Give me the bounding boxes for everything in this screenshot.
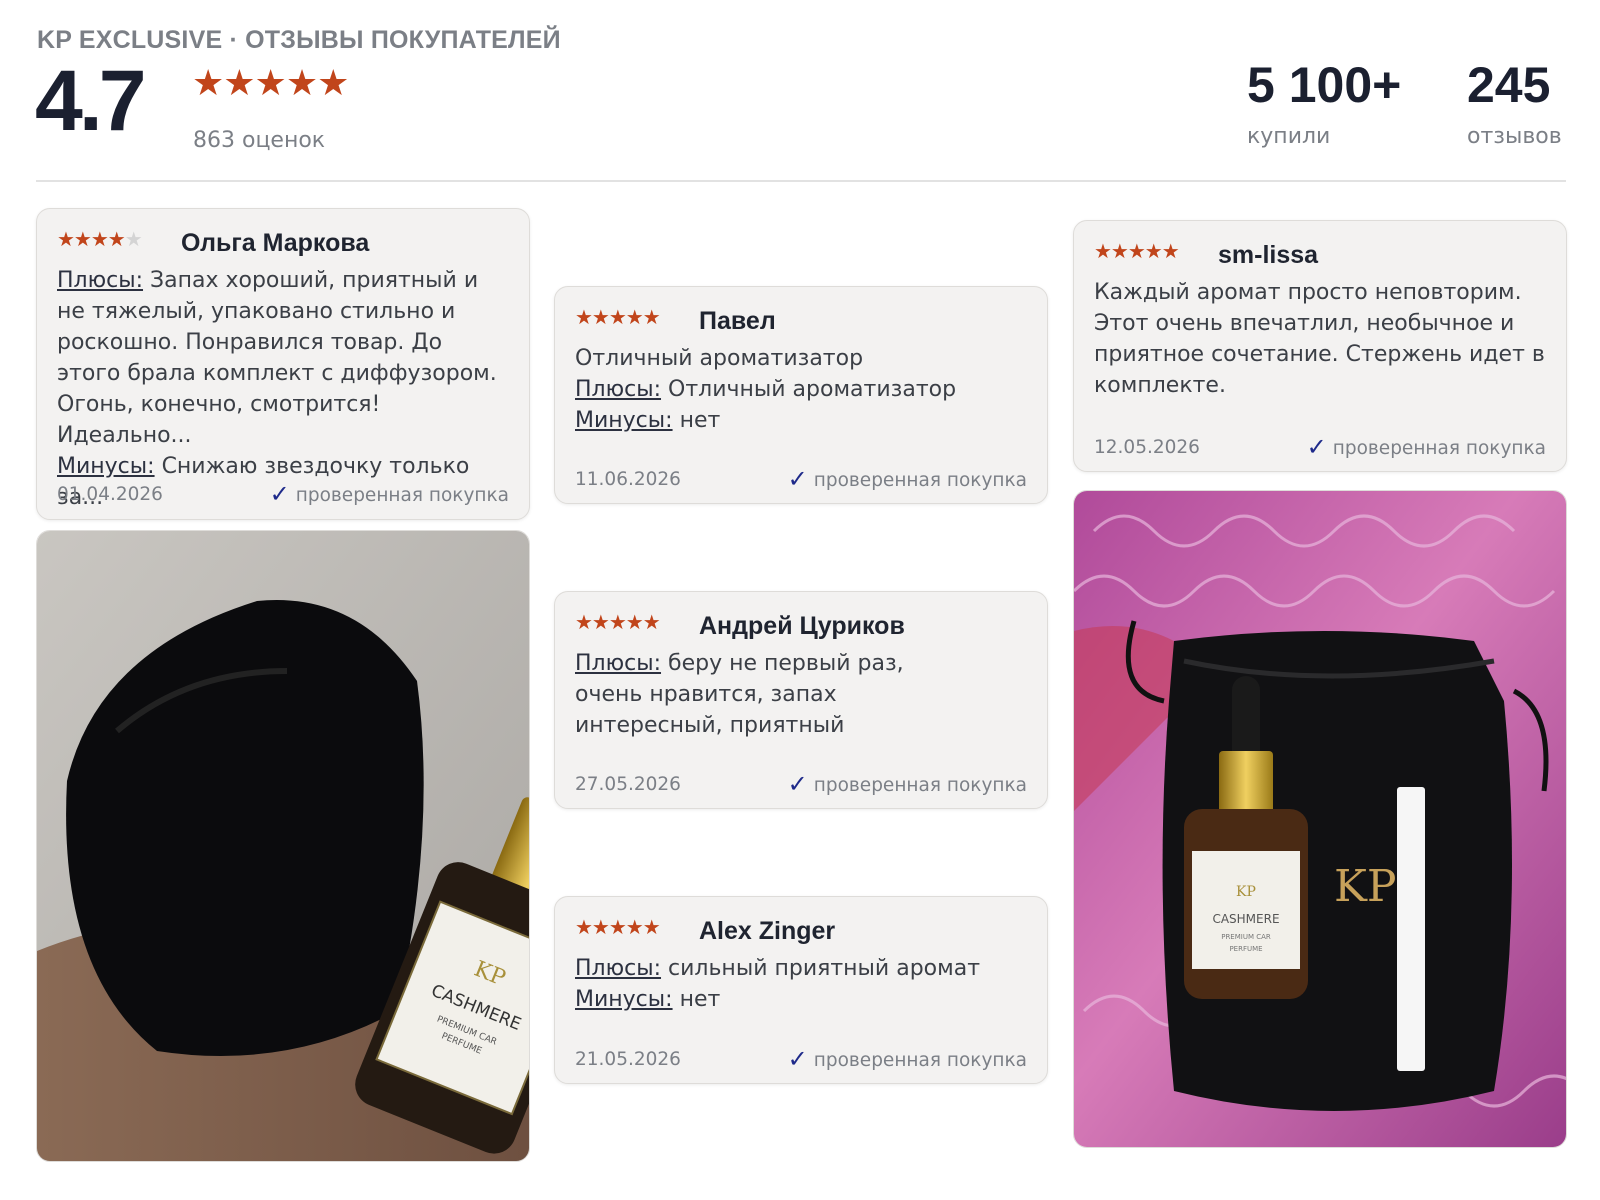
review-author: Павел (699, 307, 776, 335)
star-filled-icon: ★★★★★ (575, 305, 661, 329)
photo-label-sub1: PREMIUM CAR (1221, 933, 1271, 941)
review-card[interactable]: ★★★★★ Павел Отличный ароматизатор Плюсы:… (554, 286, 1048, 504)
photo-label-name: CASHMERE (1212, 912, 1279, 926)
verified-label: проверенная покупка (813, 1050, 1027, 1071)
review-body: Плюсы: Запах хороший, приятный и не тяже… (57, 265, 511, 513)
review-card[interactable]: ★★★★★ sm-lissa Каждый аромат просто непо… (1073, 220, 1567, 472)
verified-purchase: ✓ проверенная покупка (788, 770, 1027, 798)
photo-bag-logo: KP (1334, 861, 1396, 912)
section-title: KP EXCLUSIVE · ОТЗЫВЫ ПОКУПАТЕЛЕЙ (37, 26, 561, 54)
pros-label: Плюсы: (57, 268, 144, 293)
average-rating-stars: ★★★★★ (192, 63, 349, 104)
review-stars: ★★★★★ (57, 227, 143, 251)
cons-text: нет (679, 987, 721, 1012)
review-stars: ★★★★★ (1094, 239, 1180, 263)
cons-label: Минусы: (575, 408, 673, 433)
verified-purchase: ✓ проверенная покупка (788, 1045, 1027, 1073)
star-filled-icon: ★★★★★ (575, 915, 661, 939)
review-text: Каждый аромат просто неповторим. Этот оч… (1094, 280, 1545, 398)
review-date: 21.05.2026 (575, 1049, 681, 1070)
check-icon: ✓ (269, 480, 290, 508)
star-filled-icon: ★★★★ (57, 227, 126, 251)
verified-purchase: ✓ проверенная покупка (270, 480, 509, 508)
verified-label: проверенная покупка (1332, 438, 1546, 459)
stat-bought-value: 5 100+ (1247, 57, 1402, 113)
header-divider (36, 180, 1566, 182)
review-card[interactable]: ★★★★★ Андрей Цуриков Плюсы: беру не перв… (554, 591, 1048, 809)
verified-purchase: ✓ проверенная покупка (1307, 433, 1546, 461)
review-card[interactable]: ★★★★★ Alex Zinger Плюсы: сильный приятны… (554, 896, 1048, 1084)
review-author: Alex Zinger (699, 917, 836, 945)
review-author: Андрей Цуриков (699, 612, 905, 640)
check-icon: ✓ (787, 1045, 808, 1073)
review-date: 01.04.2026 (57, 484, 163, 505)
star-empty-icon: ★ (124, 227, 143, 251)
review-card[interactable]: ★★★★★ Ольга Маркова Плюсы: Запах хороший… (36, 208, 530, 520)
stat-bought-label: купили (1247, 124, 1331, 149)
cons-label: Минусы: (57, 454, 155, 479)
review-stars: ★★★★★ (575, 305, 661, 329)
star-filled-icon: ★★★★★ (575, 610, 661, 634)
pros-label: Плюсы: (575, 956, 662, 981)
photo-label-sub2: PERFUME (1229, 945, 1262, 953)
perfume-bottle-photo: KP CASHMERE PREMIUM CAR PERFUME (37, 531, 529, 1161)
stat-reviews-value: 245 (1467, 57, 1551, 113)
review-photo[interactable]: KP CASHMERE PREMIUM CAR PERFUME (36, 530, 530, 1162)
photo-logo: KP (1236, 884, 1256, 900)
cons-text: нет (679, 408, 721, 433)
diffuser-stick (1397, 787, 1425, 1071)
check-icon: ✓ (787, 465, 808, 493)
stat-reviews-label: отзывов (1467, 124, 1562, 149)
review-date: 11.06.2026 (575, 469, 681, 490)
pros-text: сильный приятный аромат (668, 956, 981, 981)
check-icon: ✓ (787, 770, 808, 798)
cons-label: Минусы: (575, 987, 673, 1012)
pros-text: Запах хороший, приятный и не тяжелый, уп… (57, 268, 497, 448)
review-date: 12.05.2026 (1094, 437, 1200, 458)
pros-label: Плюсы: (575, 651, 662, 676)
average-rating: 4.7 (35, 53, 147, 149)
pros-label: Плюсы: (575, 377, 662, 402)
ratings-count: 863 оценок (193, 128, 326, 153)
review-stars: ★★★★★ (575, 915, 661, 939)
verified-label: проверенная покупка (813, 775, 1027, 796)
stat-bought: 5 100+ купили (1247, 60, 1401, 149)
perfume-kit-photo: KP CASHMERE PREMIUM CAR PERFUME KP (1074, 491, 1566, 1147)
review-body: Плюсы: беру не первый раз, очень нравитс… (575, 648, 967, 741)
review-author: Ольга Маркова (181, 229, 370, 257)
review-date: 27.05.2026 (575, 774, 681, 795)
review-text: Отличный ароматизатор (575, 346, 864, 371)
check-icon: ✓ (1306, 433, 1327, 461)
review-photo[interactable]: KP CASHMERE PREMIUM CAR PERFUME KP (1073, 490, 1567, 1148)
review-body: Каждый аромат просто неповторим. Этот оч… (1094, 277, 1548, 401)
star-filled-icon: ★★★★★ (1094, 239, 1180, 263)
pros-text: Отличный ароматизатор (668, 377, 957, 402)
stat-reviews: 245 отзывов (1467, 60, 1562, 149)
review-author: sm-lissa (1218, 241, 1319, 269)
verified-purchase: ✓ проверенная покупка (788, 465, 1027, 493)
verified-label: проверенная покупка (813, 470, 1027, 491)
verified-label: проверенная покупка (295, 485, 509, 506)
review-stars: ★★★★★ (575, 610, 661, 634)
review-body: Отличный ароматизатор Плюсы: Отличный ар… (575, 343, 1029, 436)
review-body: Плюсы: сильный приятный аромат Минусы: н… (575, 953, 1029, 1015)
